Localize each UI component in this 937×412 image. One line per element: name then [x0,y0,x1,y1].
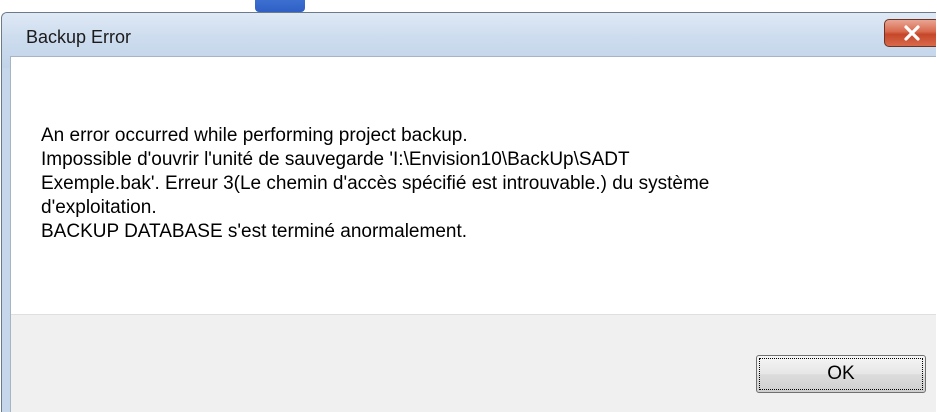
dialog-button-bar: OK [11,314,936,412]
error-dialog: Backup Error An error occurred while per… [1,12,936,412]
dialog-title: Backup Error [26,27,132,47]
error-message: An error occurred while performing proje… [41,124,921,244]
message-line: An error occurred while performing proje… [41,125,468,146]
message-line: d'exploitation. [41,197,157,218]
message-line: BACKUP DATABASE s'est terminé anormaleme… [41,221,468,242]
ok-button-label: OK [759,358,923,390]
close-button[interactable] [884,19,936,47]
dialog-content: An error occurred while performing proje… [10,56,936,412]
ok-button[interactable]: OK [756,355,926,393]
message-line: Impossible d'ouvrir l'unité de sauvegard… [41,149,630,170]
background-window-accent [255,0,305,12]
message-line: Exemple.bak'. Erreur 3(Le chemin d'accès… [41,173,710,194]
background-window [0,0,937,12]
close-icon [904,25,920,41]
